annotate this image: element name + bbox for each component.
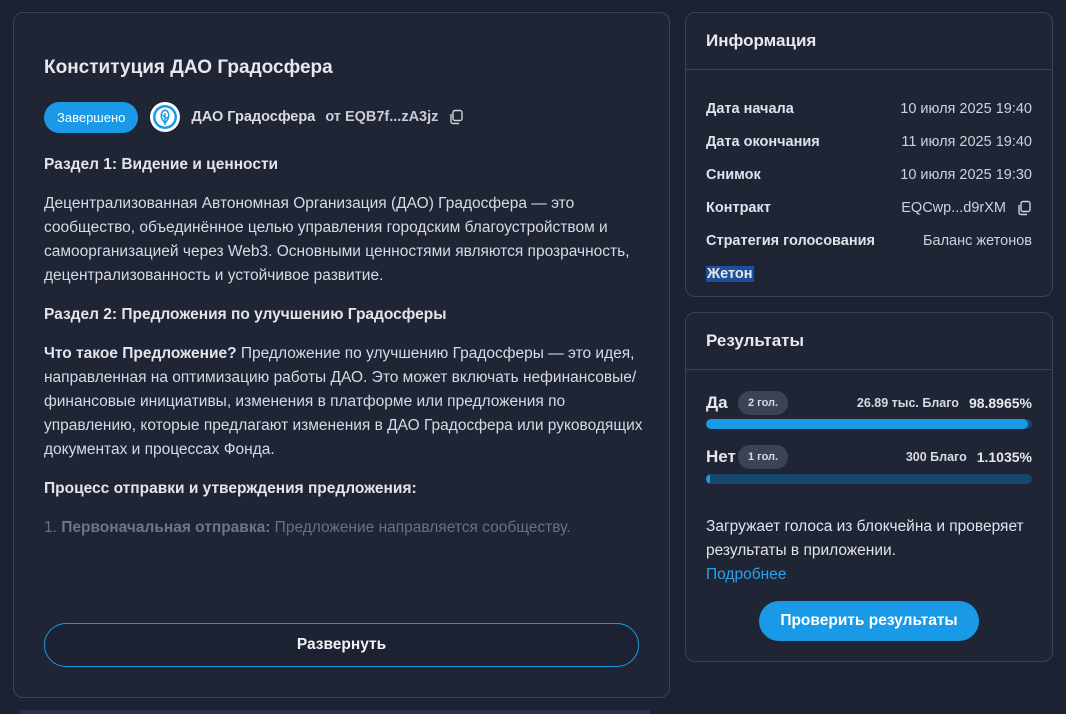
dao-name-link[interactable]: ДАО Градосфера [191, 109, 315, 125]
info-row-snapshot: Снимок 10 июля 2025 19:30 [706, 158, 1032, 191]
step-1: 1. Первоначальная отправка: Предложение … [44, 516, 644, 540]
info-key: Контракт [706, 199, 771, 216]
info-key: Дата окончания [706, 133, 820, 150]
info-row-token: Жетон [706, 257, 1032, 290]
info-row-strategy: Стратегия голосования Баланс жетонов [706, 224, 1032, 257]
result-amount: 300 Благо [905, 450, 967, 464]
learn-more-link[interactable]: Подробнее [706, 566, 786, 583]
results-note-text: Загружает голоса из блокчейна и проверяе… [706, 518, 1024, 559]
author-address: от EQB7f...zA3jz [325, 109, 439, 125]
results-note: Загружает голоса из блокчейна и проверяе… [706, 515, 1036, 587]
info-title: Информация [686, 13, 1052, 70]
section2-heading: Раздел 2: Предложения по улучшению Градо… [44, 306, 447, 323]
vote-count-badge: 2 гол. [738, 391, 789, 415]
proposal-body: Раздел 1: Видение и ценности Децентрализ… [44, 153, 644, 555]
result-bar-yes [706, 419, 1032, 429]
expand-button[interactable]: Развернуть [44, 623, 639, 667]
token-link[interactable]: Жетон [706, 265, 754, 282]
info-key: Снимок [706, 166, 761, 183]
process-heading: Процесс отправки и утверждения предложен… [44, 480, 417, 497]
section1-heading: Раздел 1: Видение и ценности [44, 156, 279, 173]
info-value: Баланс жетонов [923, 232, 1032, 249]
info-key: Стратегия голосования [706, 232, 875, 249]
result-percent: 98.8965% [968, 395, 1032, 411]
results-card: Результаты Да 2 гол. 26.89 тыс. Благо 98… [685, 312, 1053, 662]
step-1-label: Первоначальная отправка: [61, 519, 271, 536]
what-is-paragraph: Что такое Предложение? Предложение по ул… [44, 342, 644, 462]
info-row-end: Дата окончания 11 июля 2025 19:40 [706, 125, 1032, 158]
info-value: 10 июля 2025 19:30 [900, 166, 1032, 183]
status-badge: Завершено [44, 101, 139, 133]
info-value: 10 июля 2025 19:40 [900, 100, 1032, 117]
dao-logo-icon[interactable] [150, 102, 181, 132]
copy-icon[interactable] [1016, 200, 1032, 216]
contract-address[interactable]: EQCwp...d9rXM [901, 200, 1006, 216]
bottom-divider [20, 710, 650, 714]
result-row-yes: Да 2 гол. 26.89 тыс. Благо 98.8965% [706, 389, 1032, 417]
info-row-start: Дата начала 10 июля 2025 19:40 [706, 92, 1032, 125]
info-row-contract: Контракт EQCwp...d9rXM [706, 191, 1032, 224]
result-label: Да [706, 393, 728, 412]
copy-icon[interactable] [448, 109, 464, 125]
result-percent: 1.1035% [976, 449, 1032, 465]
results-title: Результаты [686, 313, 1052, 370]
result-row-no: Нет 1 гол. 300 Благо 1.1035% [706, 443, 1032, 471]
result-bar-no [706, 474, 1032, 484]
what-is-label: Что такое Предложение? [44, 345, 237, 362]
proposal-card: Конституция ДАО Градосфера Завершено ДАО… [13, 12, 670, 698]
fade-overlay [32, 548, 657, 618]
section1-text: Децентрализованная Автономная Организаци… [44, 195, 630, 284]
result-label: Нет [706, 447, 736, 466]
result-bar-fill [706, 419, 1029, 429]
proposal-meta: Завершено ДАО Градосфера от EQB7f...zA3j… [44, 100, 464, 134]
step-1-text: Предложение направляется сообществу. [270, 519, 571, 536]
step-1-number: 1. [44, 519, 62, 536]
info-value-contract: EQCwp...d9rXM [901, 200, 1032, 216]
info-card: Информация Дата начала 10 июля 2025 19:4… [685, 12, 1053, 297]
check-results-button[interactable]: Проверить результаты [759, 601, 979, 641]
info-value: 11 июля 2025 19:40 [901, 133, 1032, 150]
result-bar-fill [706, 474, 710, 484]
result-amount: 26.89 тыс. Благо [856, 396, 959, 410]
info-rows: Дата начала 10 июля 2025 19:40 Дата окон… [686, 70, 1052, 290]
proposal-title: Конституция ДАО Градосфера [44, 57, 333, 78]
info-key: Дата начала [706, 100, 794, 117]
vote-count-badge: 1 гол. [738, 445, 789, 469]
